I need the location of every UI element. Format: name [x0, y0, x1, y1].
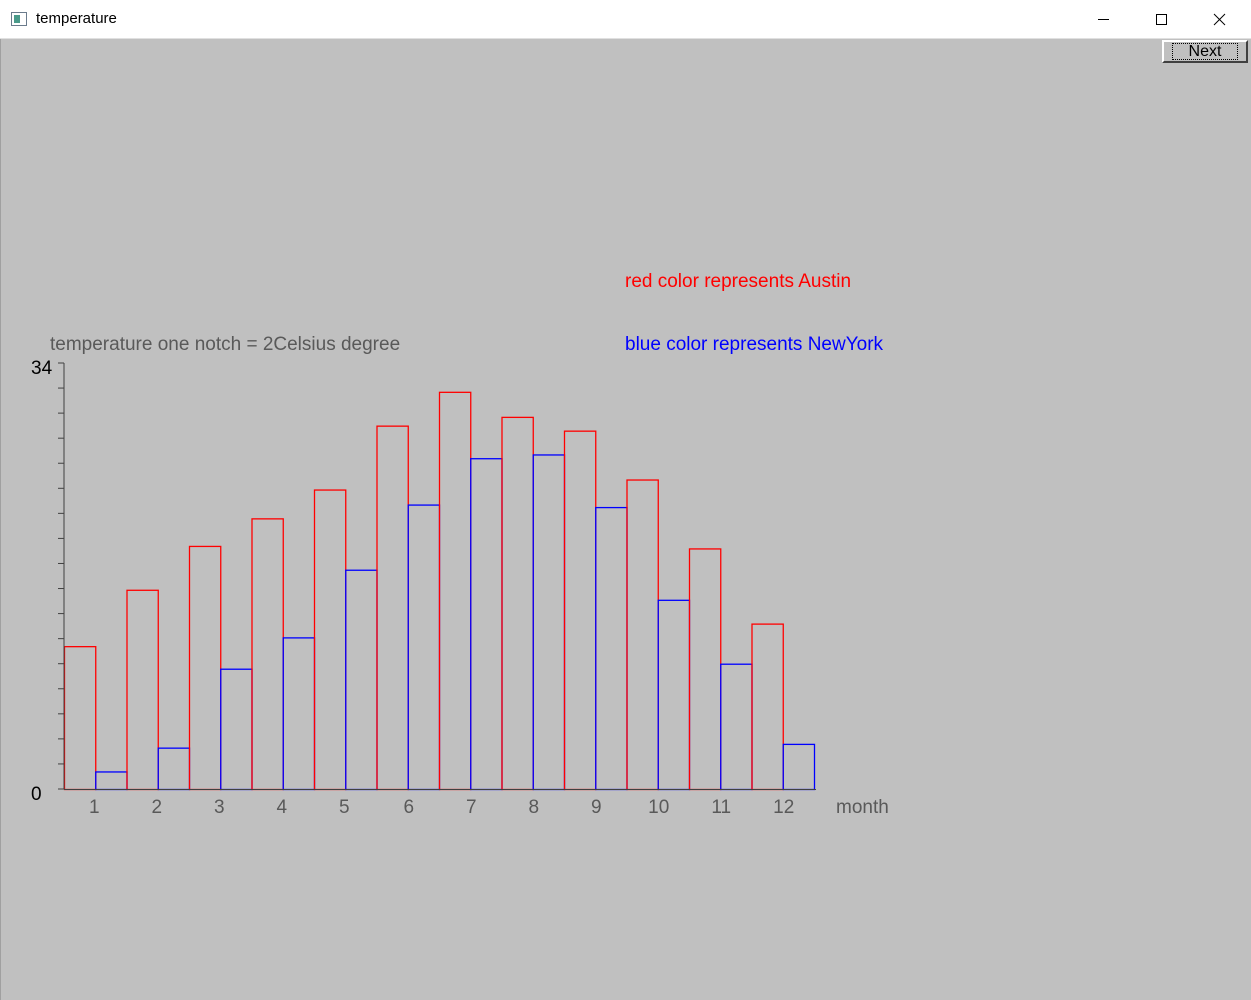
bar-newyork-6	[407, 504, 441, 791]
bar-austin-8	[501, 416, 534, 791]
bar-austin-12	[751, 623, 784, 791]
bar-austin-1	[63, 646, 97, 791]
bar-austin-11	[688, 548, 722, 791]
bar-newyork-3	[220, 668, 253, 791]
bar-austin-10	[626, 479, 659, 791]
bar-newyork-11	[720, 663, 753, 791]
bar-newyork-8	[532, 454, 566, 791]
bar-newyork-10	[657, 599, 691, 791]
temperature-bar-chart	[58, 362, 816, 791]
bar-austin-3	[188, 545, 222, 791]
bar-austin-2	[126, 589, 159, 791]
bar-newyork-7	[470, 458, 503, 791]
bar-newyork-4	[282, 637, 316, 791]
bar-newyork-2	[157, 747, 191, 791]
bar-newyork-1	[95, 771, 128, 791]
bar-austin-6	[376, 425, 409, 791]
bar-newyork-5	[345, 569, 378, 791]
bar-austin-5	[313, 489, 347, 791]
bar-austin-7	[438, 391, 472, 791]
bar-newyork-12	[782, 743, 816, 791]
bar-austin-9	[563, 430, 597, 791]
bar-austin-4	[251, 518, 284, 791]
bar-newyork-9	[595, 506, 628, 791]
